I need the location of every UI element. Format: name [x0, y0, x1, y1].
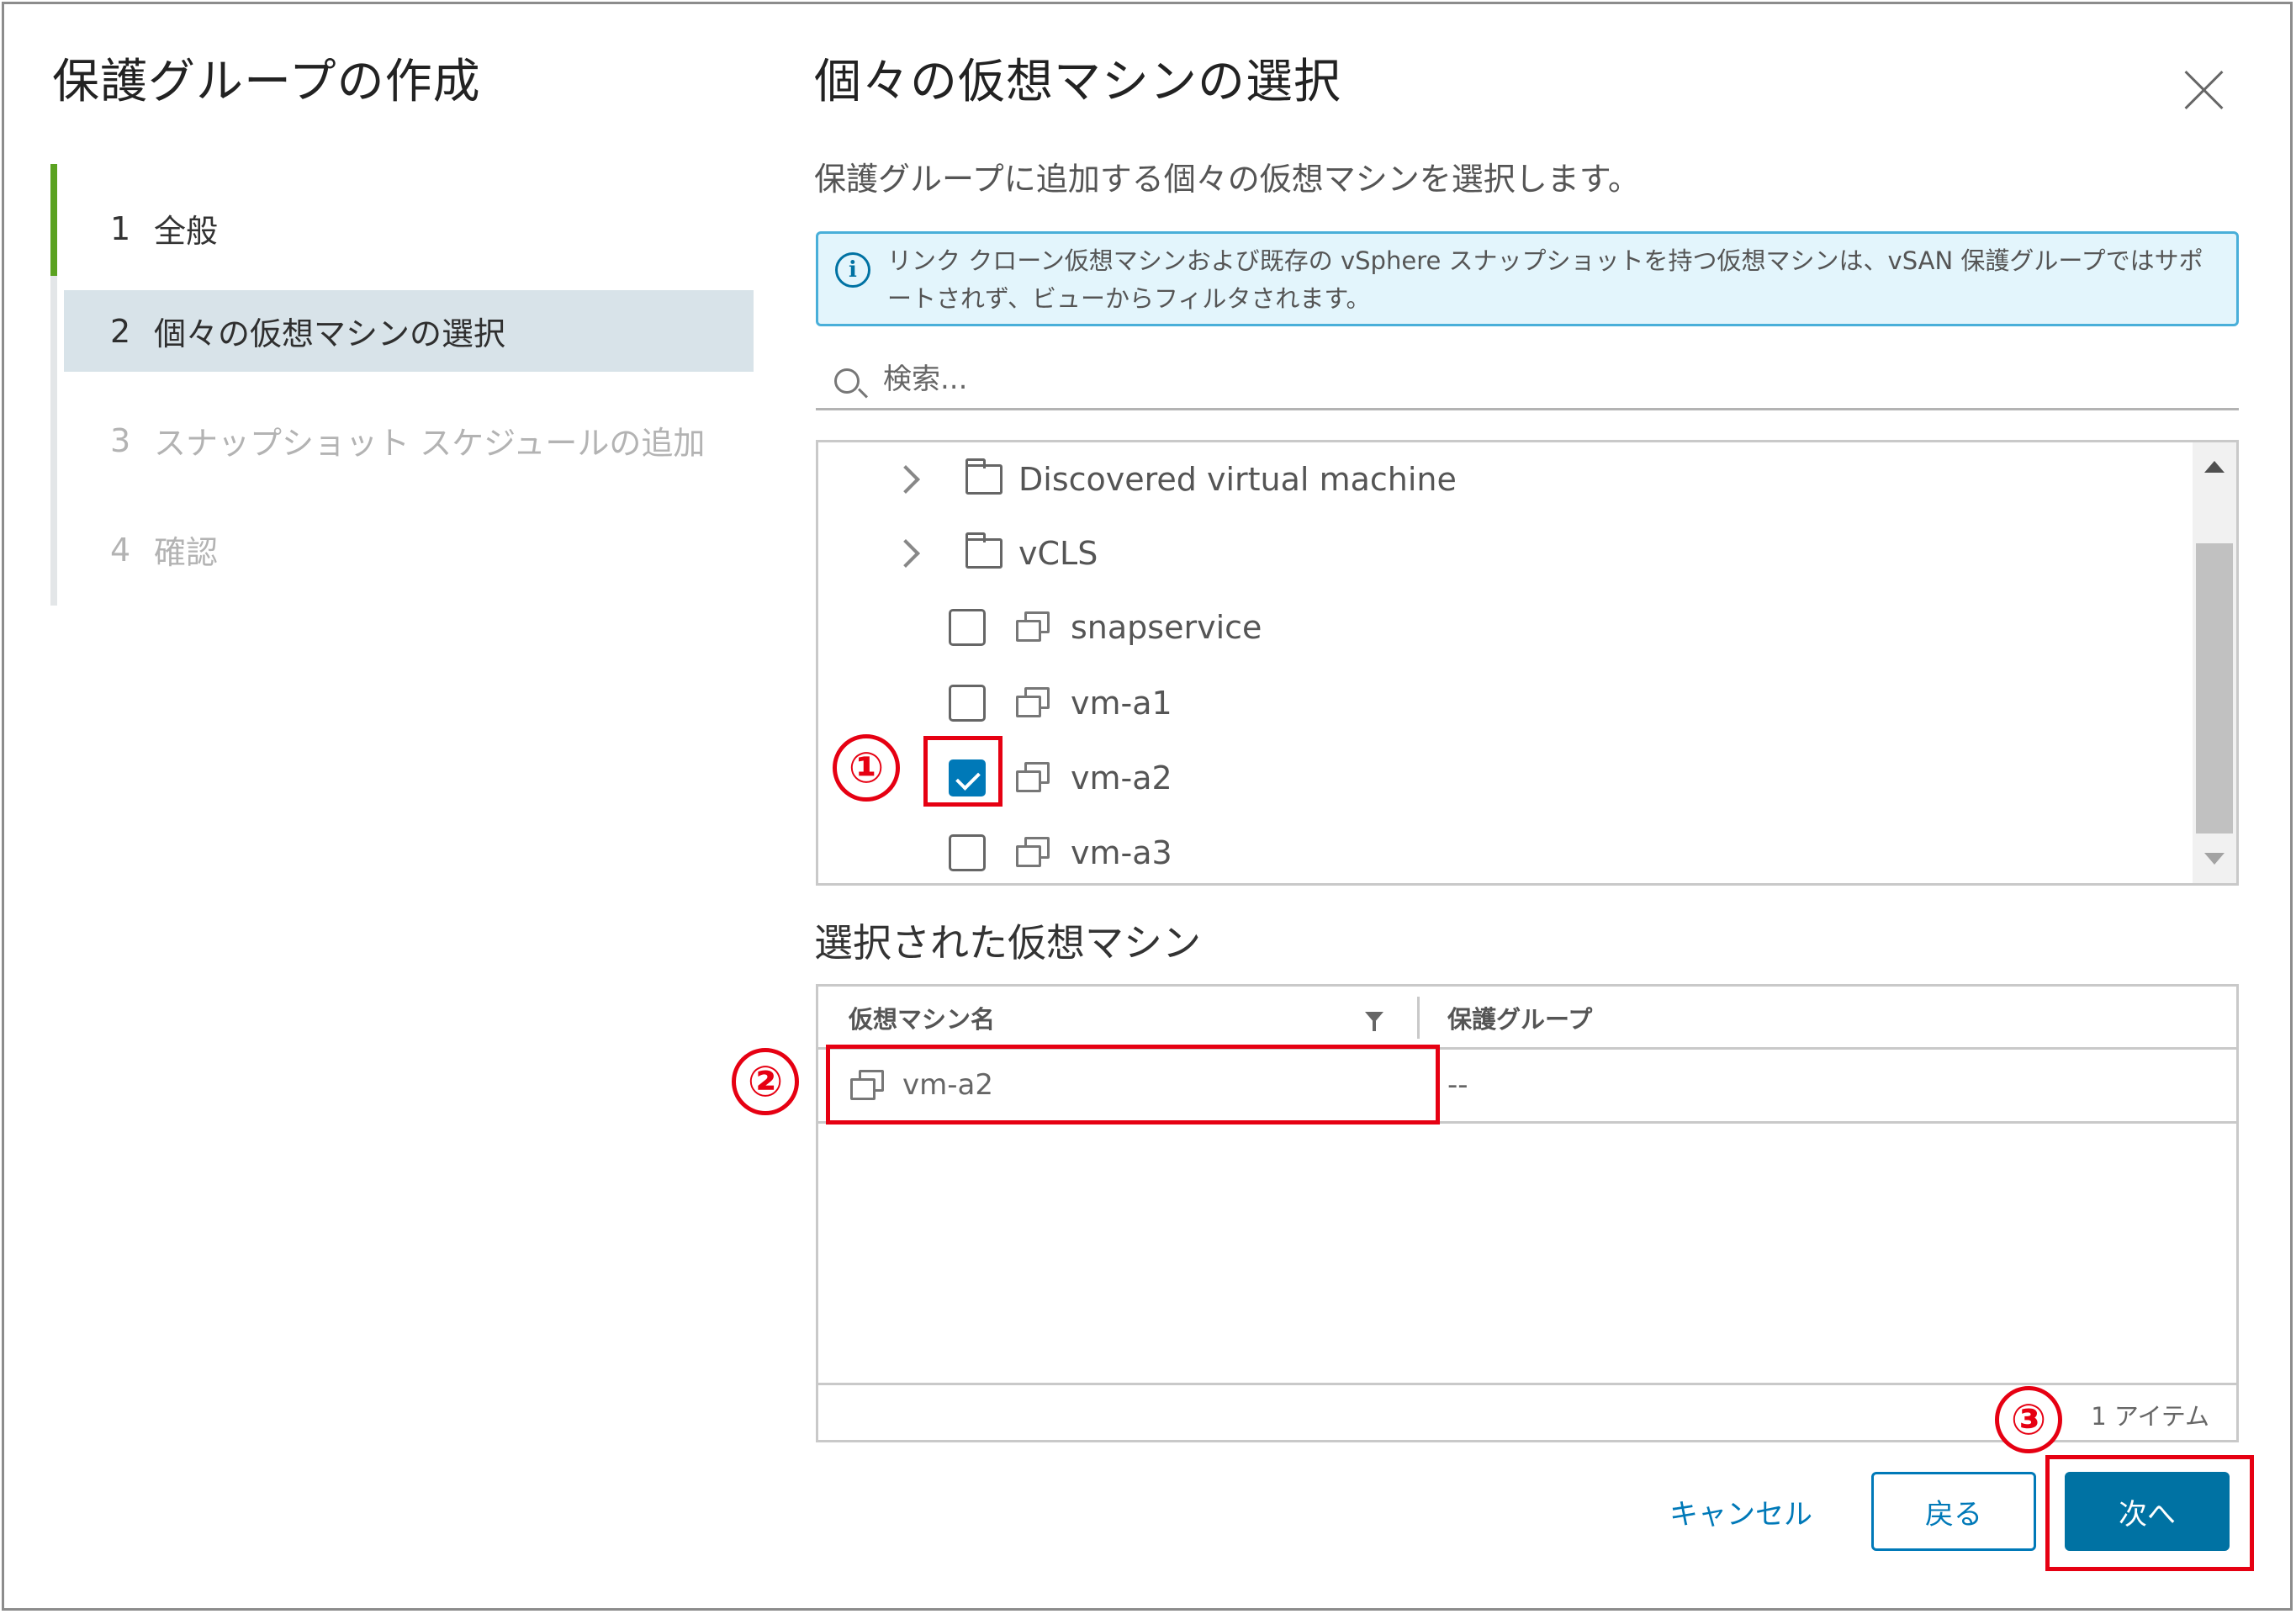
- back-button[interactable]: 戻る: [1871, 1472, 2036, 1551]
- folder-label: Discovered virtual machine: [1018, 461, 1457, 498]
- step-select-vms[interactable]: 2 個々の仮想マシンの選択: [64, 290, 754, 372]
- vm-label: vm-a2: [1071, 759, 1172, 796]
- page-description: 保護グループに追加する個々の仮想マシンを選択します。: [814, 161, 1640, 198]
- tree-folder-row[interactable]: vCLS: [818, 516, 2189, 590]
- folder-icon: [965, 458, 1003, 495]
- step-label: 確認: [154, 534, 219, 571]
- step-number: 3: [110, 421, 131, 459]
- step-snapshot-schedule: 3 スナップショット スケジュールの追加: [64, 400, 754, 481]
- search-input[interactable]: [883, 358, 2195, 400]
- column-header-protection-group[interactable]: 保護グループ: [1447, 1000, 1592, 1035]
- step-label: 個々の仮想マシンの選択: [154, 315, 506, 352]
- scroll-up-icon[interactable]: [2204, 461, 2225, 473]
- selected-vms-title: 選択された仮想マシン: [814, 920, 1201, 966]
- vm-icon: [1016, 762, 1051, 794]
- grid-header: 仮想マシン名 保護グループ: [818, 987, 2236, 1050]
- vm-icon: [1016, 687, 1051, 719]
- tree-vm-row[interactable]: vm-a1: [818, 666, 2189, 740]
- cell-protection-group: --: [1447, 1068, 1468, 1102]
- annotation-number-1: ①: [833, 734, 900, 802]
- annotation-box-3: [2045, 1455, 2254, 1571]
- folder-icon: [965, 532, 1003, 569]
- search-icon: [834, 368, 860, 394]
- vm-label: snapservice: [1071, 609, 1262, 646]
- annotation-box-2: [826, 1045, 1440, 1125]
- tree-folder-row[interactable]: Discovered virtual machine: [818, 442, 2189, 516]
- annotation-number-2: ②: [732, 1048, 799, 1115]
- info-alert: i リンク クローン仮想マシンおよび既存の vSphere スナップショットを持…: [816, 231, 2239, 326]
- alert-text: リンク クローン仮想マシンおよび既存の vSphere スナップショットを持つ仮…: [887, 246, 2203, 313]
- active-step-indicator: [50, 164, 57, 276]
- info-icon: i: [835, 252, 870, 288]
- step-label: スナップショット スケジュールの追加: [154, 425, 706, 462]
- step-review: 4 確認: [64, 509, 754, 590]
- close-icon[interactable]: [2182, 69, 2225, 111]
- step-label: 全般: [154, 213, 219, 250]
- column-divider[interactable]: [1417, 997, 1420, 1039]
- vm-checkbox[interactable]: [949, 834, 986, 871]
- vm-label: vm-a1: [1071, 685, 1172, 722]
- column-header-vm-name[interactable]: 仮想マシン名: [849, 1000, 995, 1035]
- wizard-steps: 1 全般 2 個々の仮想マシンの選択 3 スナップショット スケジュールの追加 …: [50, 164, 761, 606]
- search-bar: [816, 353, 2239, 410]
- chevron-right-icon[interactable]: [891, 465, 920, 494]
- vm-label: vm-a3: [1071, 834, 1172, 871]
- tree-vm-row[interactable]: vm-a3: [818, 816, 2189, 883]
- tree-vm-row[interactable]: vm-a2: [818, 741, 2189, 815]
- vm-tree: Discovered virtual machine vCLS snapserv…: [816, 440, 2239, 886]
- step-number: 4: [110, 531, 131, 569]
- filter-icon[interactable]: [1365, 1012, 1383, 1031]
- wizard-title: 保護グループの作成: [52, 55, 481, 109]
- chevron-right-icon[interactable]: [891, 539, 920, 568]
- vertical-scrollbar[interactable]: [2193, 442, 2236, 883]
- vm-icon: [1016, 837, 1051, 869]
- vm-checkbox[interactable]: [949, 609, 986, 646]
- cancel-button[interactable]: キャンセル: [1632, 1472, 1850, 1551]
- folder-label: vCLS: [1018, 535, 1098, 572]
- annotation-number-3: ③: [1995, 1386, 2062, 1453]
- scroll-thumb[interactable]: [2196, 543, 2233, 833]
- vm-checkbox[interactable]: [949, 685, 986, 722]
- scroll-down-icon[interactable]: [2204, 853, 2225, 865]
- annotation-box-1: [923, 736, 1003, 807]
- item-count: 1 アイテム: [2091, 1402, 2209, 1431]
- vm-icon: [1016, 611, 1051, 643]
- step-number: 2: [110, 312, 131, 350]
- step-number: 1: [110, 209, 131, 247]
- tree-vm-row[interactable]: snapservice: [818, 590, 2189, 664]
- page-title: 個々の仮想マシンの選択: [814, 55, 1341, 109]
- step-general[interactable]: 1 全般: [64, 188, 754, 269]
